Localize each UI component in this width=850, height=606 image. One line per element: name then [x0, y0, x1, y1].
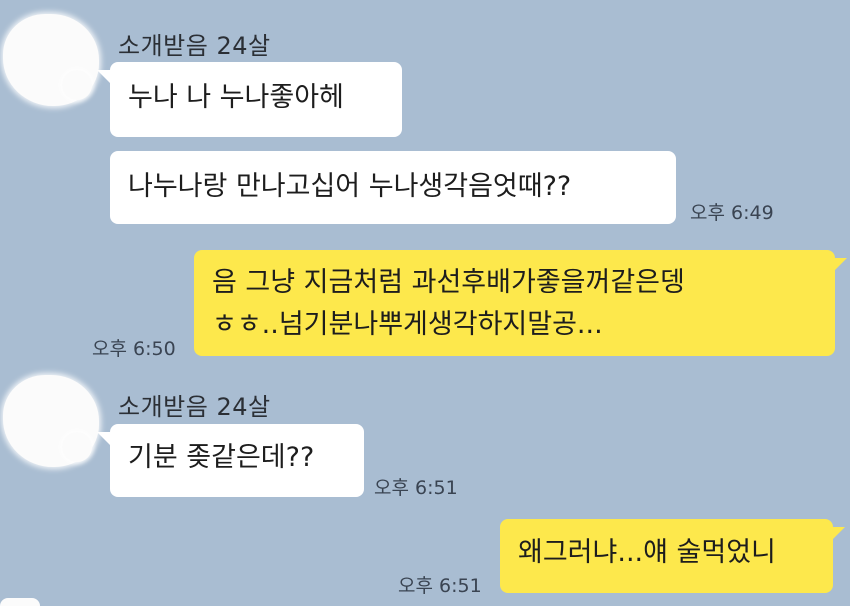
message-bubble-outgoing[interactable]: 왜그러냐...얘 술먹었니: [500, 519, 833, 593]
bubble-tail: [833, 258, 847, 272]
message-bubble-incoming[interactable]: 나누나랑 만나고십어 누나생각음엇때??: [110, 151, 676, 224]
avatar-blur-icon: [62, 70, 92, 100]
message-text: 나누나랑 만나고십어 누나생각음엇때??: [128, 171, 572, 202]
message-bubble-outgoing[interactable]: 음 그냥 지금처럼 과선후배가좋을꺼같은뎅 ㅎㅎ..넘기분나뿌게생각하지말공..…: [194, 250, 835, 356]
message-time: 오후 6:51: [374, 477, 458, 499]
bubble-tail: [97, 432, 111, 446]
bubble-tail: [831, 527, 845, 541]
message-time: 오후 6:49: [690, 202, 774, 224]
message-text: 왜그러냐...얘 술먹었니: [518, 537, 776, 568]
message-bubble-incoming[interactable]: 누나 나 누나좋아헤: [110, 62, 402, 137]
bubble-tail: [97, 70, 111, 84]
message-text-line: 음 그냥 지금처럼 과선후배가좋을꺼같은뎅: [212, 267, 685, 298]
message-text-line: ㅎㅎ..넘기분나뿌게생각하지말공...: [212, 309, 603, 340]
next-avatar-edge: [0, 598, 40, 606]
avatar-blur-icon: [62, 432, 92, 462]
message-bubble-incoming[interactable]: 기분 좆같은데??: [110, 424, 364, 497]
sender-name: 소개받음 24살: [118, 393, 271, 421]
message-text: 누나 나 누나좋아헤: [128, 82, 344, 113]
message-time: 오후 6:51: [398, 575, 482, 597]
message-text: 기분 좆같은데??: [128, 442, 315, 473]
sender-name: 소개받음 24살: [118, 32, 271, 60]
message-time: 오후 6:50: [92, 338, 176, 360]
